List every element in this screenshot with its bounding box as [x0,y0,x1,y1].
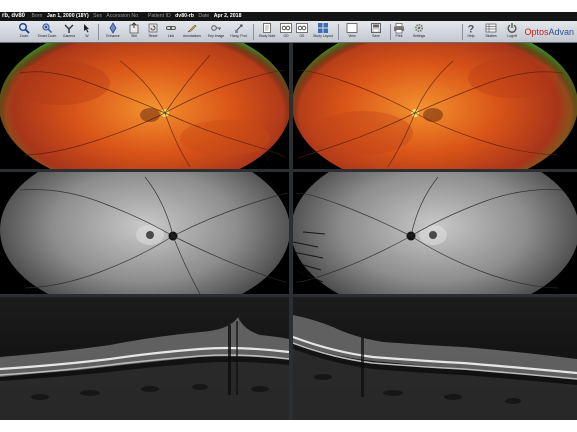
os-color-widefield-image[interactable] [293,43,577,169]
tool-enhance-label: Enhance [106,34,120,38]
studies-icon [485,23,497,33]
patient-id-value: dv80-rb [175,13,194,19]
power-icon [507,23,517,33]
magnifier-icon [19,23,30,34]
os-icon [296,23,308,33]
sex-label: Sex [93,13,103,19]
hanging-protocol-icon [235,24,243,33]
gamma-icon [64,24,74,33]
tool-view-label: View [348,34,356,38]
tool-settings-label: Settings [412,34,426,38]
annotations-icon [187,24,197,33]
tool-print-label: Print [395,34,403,38]
date-label: Date [198,13,210,19]
toolbar-separator [338,24,339,40]
tool-logoff-label: Logoff [507,34,517,38]
brand-optos-text: Optos [524,27,549,37]
tool-smart-zoom-label: Smart Zoom [37,34,57,38]
tool-gamma[interactable]: Gamma [59,22,79,42]
tool-view[interactable]: View [342,22,362,42]
tool-study-note[interactable]: Study Note [256,22,278,42]
date-value: Apr 2, 2018 [213,13,242,19]
tool-stirl-label: Stirl [131,34,137,38]
image-viewport-grid [0,43,577,420]
tool-zoom-label: Zoom [19,34,29,38]
svg-text:?: ? [468,24,475,35]
optos-advance-logo: OptosAdvan [524,26,574,38]
view-icon [346,23,358,33]
print-icon [394,23,404,34]
settings-gear-icon [414,23,424,33]
tool-zoom[interactable]: Zoom [14,22,34,42]
tool-os-label: OS [299,34,305,38]
born-label: Born [31,13,43,19]
tool-key-image[interactable]: Key Image [205,22,227,42]
reset-icon [148,23,158,33]
tool-annotations[interactable]: Annotations [180,22,204,42]
smart-zoom-icon [42,23,53,34]
toolbar-separator [462,24,463,40]
tool-help[interactable]: ? Help [464,22,478,42]
tool-stirl[interactable]: Stirl [125,22,143,42]
toolbar-separator [253,24,254,40]
od-color-widefield-image[interactable] [0,43,289,169]
od-icon [280,23,292,33]
tool-window-level[interactable]: W [80,22,94,42]
help-icon: ? [468,24,475,35]
tool-link[interactable]: Link [163,22,179,42]
patient-id-label: Patient ID [147,13,171,19]
tool-study-layout[interactable]: Study Layout [311,22,335,42]
patient-name: rb, dv80 [2,13,26,19]
tool-print[interactable]: Print [391,22,407,42]
patient-info-bar: rb, dv80 Born Jan 1, 2000 (18Y) Sex Acce… [0,12,577,21]
stirl-icon [129,22,139,34]
tool-os[interactable]: OS [295,22,309,42]
accession-label: Accession No. [106,13,140,19]
tool-hanging-protocol-label: Hang. Prot. [230,34,248,38]
os-oct-bscan-image[interactable] [293,297,577,420]
tool-logoff[interactable]: Logoff [504,22,520,42]
born-value: Jan 1, 2000 (18Y) [46,13,89,19]
enhance-icon [109,22,117,34]
tool-settings[interactable]: Settings [408,22,430,42]
tool-key-image-label: Key Image [207,34,225,38]
tool-link-label: Link [167,34,175,38]
study-note-icon [263,23,271,33]
od-oct-bscan-image[interactable] [0,297,289,420]
tool-reset-label: Reset [148,34,158,38]
tool-studies[interactable]: Studies [481,22,501,42]
tool-study-layout-label: Study Layout [313,34,333,38]
tool-smart-zoom[interactable]: Smart Zoom [36,22,58,42]
link-icon [166,26,176,30]
tool-gamma-label: Gamma [62,34,76,38]
tool-od-label: OD [283,34,289,38]
tool-save[interactable]: Save [366,22,386,42]
optos-advance-viewer: rb, dv80 Born Jan 1, 2000 (18Y) Sex Acce… [0,12,577,420]
key-image-icon [211,25,221,31]
tool-annotations-label: Annotations [183,34,201,38]
tool-help-label: Help [467,34,475,38]
od-autofluorescence-image[interactable] [0,172,289,294]
main-toolbar: Zoom Smart Zoom Gamma W Enhance Stirl Re… [0,21,577,43]
window-level-icon [84,24,89,33]
tool-save-label: Save [372,34,380,38]
tool-window-level-label: W [85,34,89,38]
tool-od[interactable]: OD [279,22,293,42]
brand-advance-text: Advan [548,27,574,37]
tool-study-note-label: Study Note [258,34,276,38]
os-autofluorescence-image[interactable] [293,172,577,294]
tool-enhance[interactable]: Enhance [102,22,124,42]
tool-reset[interactable]: Reset [144,22,162,42]
toolbar-separator [98,24,99,40]
save-icon [371,23,381,33]
tool-studies-label: Studies [485,34,497,38]
study-layout-icon [318,23,328,33]
tool-hanging-protocol[interactable]: Hang. Prot. [228,22,250,42]
